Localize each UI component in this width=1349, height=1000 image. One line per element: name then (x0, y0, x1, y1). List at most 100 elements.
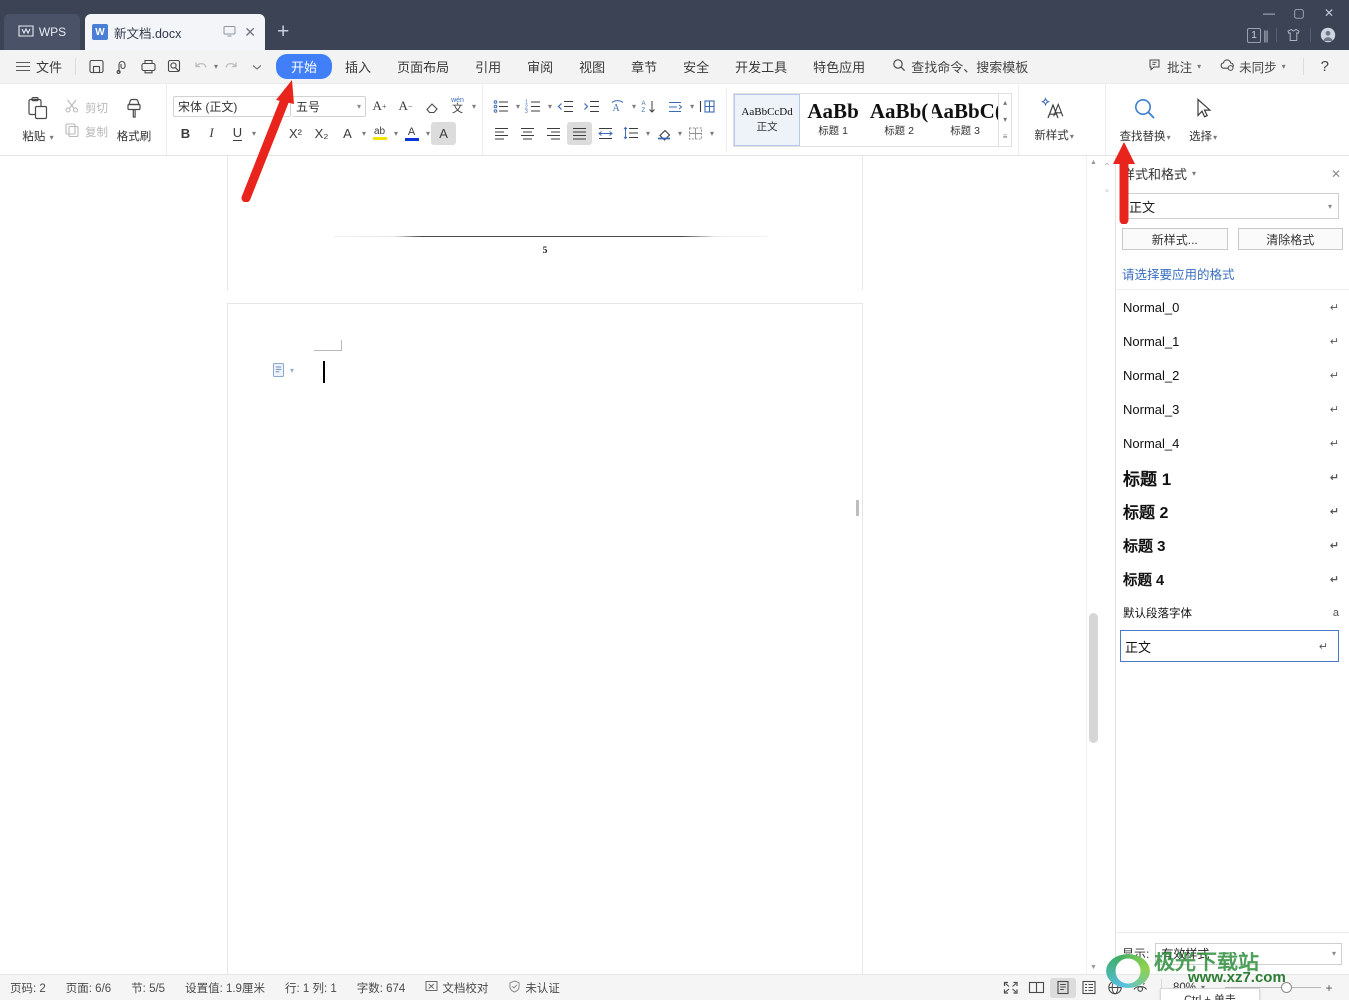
chevron-down-icon[interactable]: ▾ (426, 129, 430, 138)
close-icon[interactable]: ✕ (242, 24, 258, 41)
eye-protection-icon[interactable] (1128, 978, 1154, 998)
subscript-button[interactable]: X₂ (309, 122, 334, 145)
chevron-down-icon[interactable]: ▾ (646, 129, 650, 138)
minimize-icon[interactable]: — (1255, 4, 1283, 22)
maximize-icon[interactable]: ▢ (1285, 4, 1313, 22)
text-effects-button[interactable]: A (335, 122, 360, 145)
style-list-item-normal-4[interactable]: Normal_4 ↵ (1116, 426, 1349, 460)
chevron-down-icon[interactable]: ▾ (548, 102, 552, 111)
window-close-icon[interactable]: ✕ (1315, 4, 1343, 22)
align-left-icon[interactable] (489, 122, 514, 145)
status-section[interactable]: 节: 5/5 (121, 980, 175, 996)
chevron-down-icon[interactable]: ▾ (632, 102, 636, 111)
command-search[interactable]: 查找命令、搜索模板 (892, 57, 1028, 76)
chevron-down-icon[interactable]: ▾ (516, 102, 520, 111)
format-painter-button[interactable]: 格式刷 (108, 89, 160, 151)
bullet-list-icon[interactable] (489, 95, 514, 118)
current-style-combo[interactable]: 正文 ▾ (1122, 193, 1339, 219)
status-not-certified[interactable]: 未认证 (498, 979, 570, 996)
char-shading-button[interactable]: A (431, 121, 457, 145)
style-list-item-normal-2[interactable]: Normal_2 ↵ (1116, 358, 1349, 392)
font-name-combo[interactable]: 宋体 (正文) ▾ (173, 95, 291, 117)
page-thumbnail-icon[interactable]: ⌃ (1103, 162, 1111, 173)
highlight-color-button[interactable]: ab (367, 122, 392, 145)
tab-developer[interactable]: 开发工具 (722, 54, 800, 79)
zoom-in-button[interactable]: + (1321, 981, 1337, 995)
chevron-down-icon[interactable]: ▾ (472, 102, 476, 111)
document-scrollbar[interactable]: ▲ ▼ (1086, 156, 1099, 974)
font-color-button[interactable]: A (399, 122, 424, 145)
print-preview-share-icon[interactable] (109, 55, 135, 79)
paragraph-shading-icon[interactable] (651, 122, 676, 145)
tab-security[interactable]: 安全 (670, 54, 722, 79)
style-gallery-item-heading1[interactable]: AaBb 标题 1 (800, 94, 866, 146)
scrollbar-thumb[interactable] (1089, 613, 1098, 743)
numbered-list-icon[interactable]: 123 (521, 95, 546, 118)
pinyin-guide-icon[interactable]: wén 文 (445, 95, 470, 118)
web-layout-icon[interactable] (1102, 978, 1128, 998)
align-center-icon[interactable] (515, 122, 540, 145)
comment-button[interactable]: 批注 ▾ (1140, 57, 1209, 76)
style-list-item-body-text-selected[interactable]: 正文 ↵ (1120, 630, 1339, 662)
strikethrough-button[interactable]: A (257, 122, 282, 145)
style-list-item-heading-1[interactable]: 标题 1 ↵ (1116, 460, 1349, 494)
underline-button[interactable]: U (225, 122, 250, 145)
tab-review[interactable]: 审阅 (514, 54, 566, 79)
find-replace-button[interactable]: 查找替换▾ (1112, 89, 1178, 151)
save-icon[interactable] (83, 55, 109, 79)
status-page-index[interactable]: 页码: 2 (0, 980, 56, 996)
tshirt-skin-icon[interactable] (1277, 28, 1310, 42)
close-icon[interactable]: ✕ (1331, 167, 1341, 181)
decrease-font-size-icon[interactable]: A − (393, 95, 418, 118)
print-preview-icon[interactable] (161, 55, 187, 79)
new-style-button[interactable]: 新样式▾ (1025, 89, 1083, 151)
sort-icon[interactable]: AZ (637, 95, 662, 118)
style-list-item-normal-1[interactable]: Normal_1 ↵ (1116, 324, 1349, 358)
status-word-count[interactable]: 字数: 674 (347, 980, 416, 996)
show-filter-combo[interactable]: 有效样式 ▾ (1155, 942, 1342, 965)
style-list-item-normal-0[interactable]: Normal_0 ↵ (1116, 290, 1349, 324)
chevron-down-icon[interactable]: ▾ (362, 129, 366, 138)
fullscreen-icon[interactable] (998, 978, 1024, 998)
wps-home-tab[interactable]: WPS (4, 14, 80, 50)
increase-font-size-icon[interactable]: A + (367, 95, 392, 118)
tab-page-layout[interactable]: 页面布局 (384, 54, 462, 79)
new-style-button[interactable]: 新样式... (1122, 228, 1228, 250)
superscript-button[interactable]: X² (283, 122, 308, 145)
align-right-icon[interactable] (541, 122, 566, 145)
text-direction-icon[interactable]: A (605, 95, 630, 118)
style-gallery-item-heading3[interactable]: AaBbC( 标题 3 (932, 94, 998, 146)
scroll-up-icon[interactable]: ▴ (999, 94, 1011, 111)
more-styles-icon[interactable]: ≡ (999, 128, 1011, 145)
status-row-col[interactable]: 行: 1 列: 1 (275, 980, 347, 996)
monitor-icon[interactable] (223, 25, 236, 40)
font-size-combo[interactable]: 五号 ▾ (292, 95, 366, 117)
document-page-previous[interactable]: 5 (228, 156, 862, 290)
increase-indent-icon[interactable] (579, 95, 604, 118)
zoom-slider-knob[interactable] (1281, 981, 1292, 993)
file-menu-button[interactable]: 文件 (10, 57, 68, 76)
table-layout-icon[interactable] (695, 95, 720, 118)
chevron-down-icon[interactable]: ▾ (252, 129, 256, 138)
style-gallery-item-heading2[interactable]: AaBb( 标题 2 (866, 94, 932, 146)
reading-view-icon[interactable] (1024, 978, 1050, 998)
window-count-badge[interactable]: 1 ||| (1238, 27, 1276, 43)
italic-button[interactable]: I (199, 122, 224, 145)
chevron-down-icon[interactable]: ▾ (394, 129, 398, 138)
distribute-text-icon[interactable] (593, 122, 618, 145)
tab-start[interactable]: 开始 (276, 54, 333, 79)
right-margin-handle[interactable] (856, 500, 859, 516)
tab-insert[interactable]: 插入 (332, 54, 384, 79)
paste-options-icon[interactable]: ▾ (272, 362, 294, 378)
chevron-down-icon[interactable]: ▾ (290, 366, 294, 375)
document-tab[interactable]: W 新文档.docx ✕ (85, 14, 265, 50)
print-layout-icon[interactable] (1049, 977, 1076, 998)
style-list-item-heading-4[interactable]: 标题 4 ↵ (1116, 562, 1349, 596)
tab-view[interactable]: 视图 (566, 54, 618, 79)
help-button[interactable]: ? (1313, 58, 1337, 75)
status-setting-value[interactable]: 设置值: 1.9厘米 (175, 980, 275, 996)
tab-references[interactable]: 引用 (462, 54, 514, 79)
customize-qat-icon[interactable] (244, 55, 270, 79)
style-gallery-item-normal[interactable]: AaBbCcDd 正文 (734, 93, 801, 146)
style-list-item-default-paragraph-font[interactable]: 默认段落字体 a (1116, 596, 1349, 630)
